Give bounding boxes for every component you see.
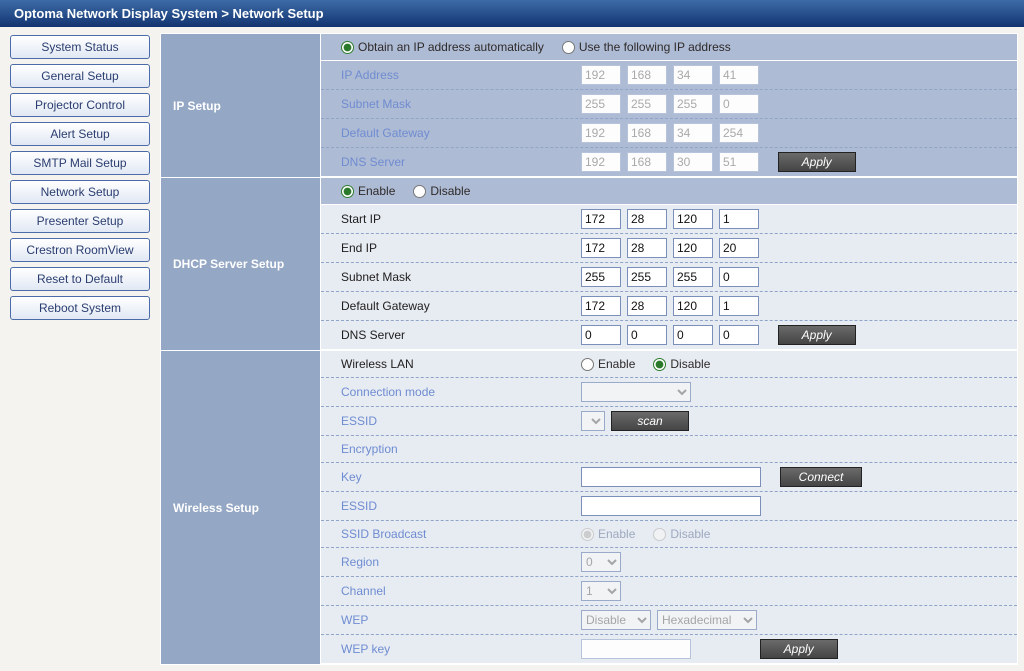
endip-oct1[interactable]: [581, 238, 621, 258]
subnet-oct2: [627, 94, 667, 114]
dhcp-gw-oct4[interactable]: [719, 296, 759, 316]
nav-crestron-roomview[interactable]: Crestron RoomView: [10, 238, 150, 262]
ip-oct4: [719, 65, 759, 85]
endip-oct4[interactable]: [719, 238, 759, 258]
dhcp-gw-oct2[interactable]: [627, 296, 667, 316]
panel-ip-setup: IP Setup Obtain an IP address automatica…: [160, 33, 1018, 178]
gw-oct4: [719, 123, 759, 143]
label-channel: Channel: [341, 584, 581, 598]
label-dhcp-gateway: Default Gateway: [341, 299, 581, 313]
ip-oct2: [627, 65, 667, 85]
dhcp-gw-oct1[interactable]: [581, 296, 621, 316]
nav-presenter-setup[interactable]: Presenter Setup: [10, 209, 150, 233]
dhcp-dns-oct4[interactable]: [719, 325, 759, 345]
startip-oct1[interactable]: [581, 209, 621, 229]
nav-network-setup[interactable]: Network Setup: [10, 180, 150, 204]
radio-ssid-enable: Enable: [581, 527, 635, 541]
select-wep-fmt: Hexadecimal: [657, 610, 757, 630]
label-wep-key: WEP key: [341, 642, 581, 656]
gw-oct1: [581, 123, 621, 143]
ip-oct1: [581, 65, 621, 85]
input-essid[interactable]: [581, 496, 761, 516]
scan-button[interactable]: scan: [611, 411, 689, 431]
dhcp-sub-oct2[interactable]: [627, 267, 667, 287]
nav-projector-control[interactable]: Projector Control: [10, 93, 150, 117]
nav-general-setup[interactable]: General Setup: [10, 64, 150, 88]
panel-title-ip: IP Setup: [161, 34, 321, 177]
radio-dhcp-disable[interactable]: Disable: [413, 184, 470, 198]
dhcp-sub-oct1[interactable]: [581, 267, 621, 287]
nav-alert-setup[interactable]: Alert Setup: [10, 122, 150, 146]
endip-oct2[interactable]: [627, 238, 667, 258]
dhcp-sub-oct3[interactable]: [673, 267, 713, 287]
label-essid2: ESSID: [341, 499, 581, 513]
radio-dhcp-enable[interactable]: Enable: [341, 184, 395, 198]
startip-oct2[interactable]: [627, 209, 667, 229]
label-ip-address: IP Address: [341, 68, 581, 82]
dns-oct1: [581, 152, 621, 172]
input-key[interactable]: [581, 467, 761, 487]
main-content: IP Setup Obtain an IP address automatica…: [160, 27, 1024, 671]
label-subnet: Subnet Mask: [341, 97, 581, 111]
breadcrumb: Optoma Network Display System > Network …: [0, 0, 1024, 27]
nav-system-status[interactable]: System Status: [10, 35, 150, 59]
radio-ssid-disable: Disable: [653, 527, 710, 541]
panel-title-dhcp: DHCP Server Setup: [161, 178, 321, 350]
label-encryption: Encryption: [341, 442, 581, 456]
radio-wlan-enable[interactable]: Enable: [581, 357, 635, 371]
dhcp-dns-oct2[interactable]: [627, 325, 667, 345]
label-startip: Start IP: [341, 212, 581, 226]
dns-oct3: [673, 152, 713, 172]
subnet-oct4: [719, 94, 759, 114]
label-key: Key: [341, 470, 581, 484]
sidebar: System Status General Setup Projector Co…: [0, 27, 160, 671]
label-conn-mode: Connection mode: [341, 385, 581, 399]
select-wep-mode: Disable: [581, 610, 651, 630]
panel-wireless: Wireless Setup Wireless LAN Enable Disab…: [160, 351, 1018, 665]
radio-ip-manual[interactable]: Use the following IP address: [562, 40, 731, 54]
dhcp-dns-oct3[interactable]: [673, 325, 713, 345]
dns-oct4: [719, 152, 759, 172]
subnet-oct1: [581, 94, 621, 114]
dhcp-gw-oct3[interactable]: [673, 296, 713, 316]
panel-title-wireless: Wireless Setup: [161, 351, 321, 664]
radio-wlan-disable[interactable]: Disable: [653, 357, 710, 371]
panel-dhcp: DHCP Server Setup Enable Disable Start I…: [160, 178, 1018, 351]
dhcp-dns-oct1[interactable]: [581, 325, 621, 345]
select-conn-mode: [581, 382, 691, 402]
label-dhcp-dns: DNS Server: [341, 328, 581, 342]
nav-reboot-system[interactable]: Reboot System: [10, 296, 150, 320]
label-dns: DNS Server: [341, 155, 581, 169]
endip-oct3[interactable]: [673, 238, 713, 258]
radio-ip-auto[interactable]: Obtain an IP address automatically: [341, 40, 544, 54]
connect-button[interactable]: Connect: [780, 467, 863, 487]
ip-apply-button[interactable]: Apply: [778, 152, 856, 172]
select-channel: 1: [581, 581, 621, 601]
select-region: 0: [581, 552, 621, 572]
wireless-apply-button[interactable]: Apply: [760, 639, 838, 659]
label-wep: WEP: [341, 613, 581, 627]
label-wlan: Wireless LAN: [341, 357, 581, 371]
gw-oct3: [673, 123, 713, 143]
startip-oct3[interactable]: [673, 209, 713, 229]
startip-oct4[interactable]: [719, 209, 759, 229]
label-endip: End IP: [341, 241, 581, 255]
label-gateway: Default Gateway: [341, 126, 581, 140]
dhcp-sub-oct4[interactable]: [719, 267, 759, 287]
subnet-oct3: [673, 94, 713, 114]
label-dhcp-subnet: Subnet Mask: [341, 270, 581, 284]
label-essid: ESSID: [341, 414, 581, 428]
label-ssid-broadcast: SSID Broadcast: [341, 527, 581, 541]
nav-reset-to-default[interactable]: Reset to Default: [10, 267, 150, 291]
select-essid: [581, 411, 605, 431]
dhcp-apply-button[interactable]: Apply: [778, 325, 856, 345]
nav-smtp-mail-setup[interactable]: SMTP Mail Setup: [10, 151, 150, 175]
ip-oct3: [673, 65, 713, 85]
input-wep-key: [581, 639, 691, 659]
dns-oct2: [627, 152, 667, 172]
label-region: Region: [341, 555, 581, 569]
gw-oct2: [627, 123, 667, 143]
